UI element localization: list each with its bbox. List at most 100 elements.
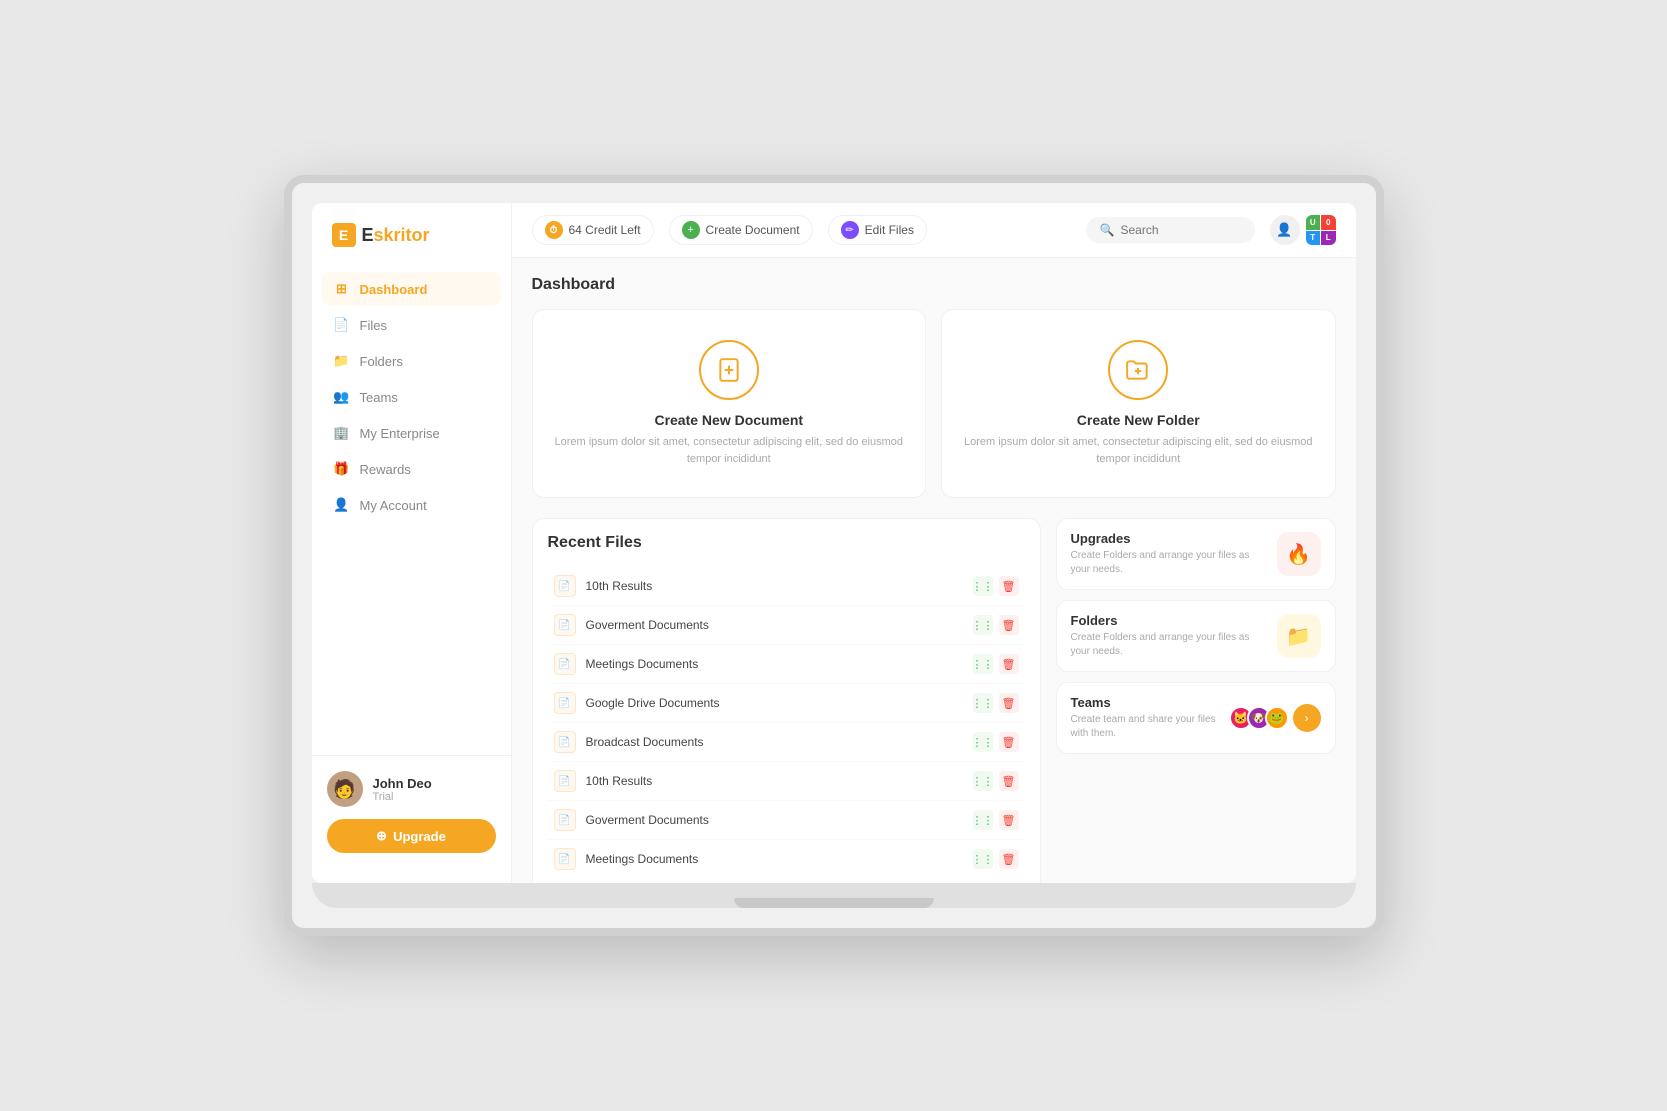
file-item-4: 📄 Broadcast Documents ⋮⋮ 🗑 (548, 723, 1025, 762)
file-actions-2: ⋮⋮ 🗑 (973, 654, 1019, 674)
sidebar-item-files[interactable]: 📄 Files (322, 308, 501, 342)
teams-arrow-icon[interactable]: › (1293, 704, 1321, 732)
folders-card[interactable]: Folders Create Folders and arrange your … (1056, 600, 1336, 672)
file-icon-7: 📄 (554, 848, 576, 870)
file-move-5[interactable]: ⋮⋮ (973, 771, 993, 791)
create-doc-label: Create Document (706, 223, 800, 237)
teams-card-title: Teams (1071, 695, 1219, 710)
topbar-icons: 👤 U0TL (1270, 215, 1336, 245)
file-actions-5: ⋮⋮ 🗑 (973, 771, 1019, 791)
dashboard-icon: ⊞ (334, 281, 350, 297)
search-input[interactable] (1121, 223, 1241, 237)
file-item-1: 📄 Goverment Documents ⋮⋮ 🗑 (548, 606, 1025, 645)
file-move-4[interactable]: ⋮⋮ (973, 732, 993, 752)
action-cards: Create New Document Lorem ipsum dolor si… (532, 309, 1336, 498)
logo-icon: E (332, 223, 356, 247)
main-content: ⏱ 64 Credit Left + Create Document ✏ Edi… (512, 203, 1356, 883)
logo: E Eskritor (312, 223, 511, 272)
credit-label: 64 Credit Left (569, 223, 641, 237)
upgrades-card-icon: 🔥 (1277, 532, 1321, 576)
create-folder-card-title: Create New Folder (1077, 412, 1200, 428)
file-icon-2: 📄 (554, 653, 576, 675)
file-delete-5[interactable]: 🗑 (999, 771, 1019, 791)
right-panel: Upgrades Create Folders and arrange your… (1056, 518, 1336, 883)
file-delete-0[interactable]: 🗑 (999, 576, 1019, 596)
file-icon-6: 📄 (554, 809, 576, 831)
file-actions-4: ⋮⋮ 🗑 (973, 732, 1019, 752)
sidebar: E Eskritor ⊞ Dashboard 📄 Files 📁 Folders (312, 203, 512, 883)
tls-cell-0: U (1306, 215, 1321, 230)
sidebar-label-files: Files (360, 318, 387, 333)
bottom-section: Recent Files 📄 10th Results ⋮⋮ 🗑 📄 Gover… (532, 518, 1336, 883)
file-item-3: 📄 Google Drive Documents ⋮⋮ 🗑 (548, 684, 1025, 723)
file-move-2[interactable]: ⋮⋮ (973, 654, 993, 674)
recent-files-panel: Recent Files 📄 10th Results ⋮⋮ 🗑 📄 Gover… (532, 518, 1041, 883)
enterprise-icon: 🏢 (334, 425, 350, 441)
sidebar-item-rewards[interactable]: 🎁 Rewards (322, 452, 501, 486)
page-title: Dashboard (532, 276, 1336, 294)
upgrades-card-title: Upgrades (1071, 531, 1267, 546)
recent-files-title: Recent Files (548, 534, 1025, 552)
file-delete-1[interactable]: 🗑 (999, 615, 1019, 635)
file-move-0[interactable]: ⋮⋮ (973, 576, 993, 596)
file-delete-7[interactable]: 🗑 (999, 849, 1019, 869)
credit-badge: ⏱ 64 Credit Left (532, 215, 654, 245)
sidebar-label-dashboard: Dashboard (360, 282, 428, 297)
file-actions-3: ⋮⋮ 🗑 (973, 693, 1019, 713)
teams-card-icon: 🐱 🐶 🐸 › (1229, 704, 1321, 732)
file-actions-1: ⋮⋮ 🗑 (973, 615, 1019, 635)
file-name-6: Goverment Documents (586, 813, 963, 827)
file-name-7: Meetings Documents (586, 852, 963, 866)
folders-card-desc: Create Folders and arrange your files as… (1071, 631, 1267, 659)
upgrade-label: Upgrade (393, 829, 446, 844)
create-doc-card-desc: Lorem ipsum dolor sit amet, consectetur … (553, 434, 906, 467)
file-move-1[interactable]: ⋮⋮ (973, 615, 993, 635)
teams-card[interactable]: Teams Create team and share your files w… (1056, 682, 1336, 754)
sidebar-item-folders[interactable]: 📁 Folders (322, 344, 501, 378)
file-delete-6[interactable]: 🗑 (999, 810, 1019, 830)
file-delete-3[interactable]: 🗑 (999, 693, 1019, 713)
file-move-7[interactable]: ⋮⋮ (973, 849, 993, 869)
folders-card-icon: 📁 (1277, 614, 1321, 658)
edit-files-button[interactable]: ✏ Edit Files (828, 215, 927, 245)
teams-card-text: Teams Create team and share your files w… (1071, 695, 1219, 741)
search-box[interactable]: 🔍 (1086, 217, 1255, 243)
user-info: 🧑 John Deo Trial (327, 771, 496, 807)
file-move-3[interactable]: ⋮⋮ (973, 693, 993, 713)
file-actions-7: ⋮⋮ 🗑 (973, 849, 1019, 869)
rewards-icon: 🎁 (334, 461, 350, 477)
user-plan: Trial (373, 791, 432, 803)
upgrade-icon: ⊕ (376, 828, 387, 844)
dashboard-body: Dashboard Create New Document (512, 258, 1356, 883)
account-icon: 👤 (334, 497, 350, 513)
recent-files-list: 📄 10th Results ⋮⋮ 🗑 📄 Goverment Document… (548, 567, 1025, 878)
create-document-card[interactable]: Create New Document Lorem ipsum dolor si… (532, 309, 927, 498)
avatar: 🧑 (327, 771, 363, 807)
edit-files-label: Edit Files (865, 223, 914, 237)
sidebar-item-account[interactable]: 👤 My Account (322, 488, 501, 522)
create-doc-card-icon (699, 340, 759, 400)
sidebar-item-dashboard[interactable]: ⊞ Dashboard (322, 272, 501, 306)
tls-icon[interactable]: U0TL (1306, 215, 1336, 245)
create-folder-card-desc: Lorem ipsum dolor sit amet, consectetur … (962, 434, 1315, 467)
file-delete-4[interactable]: 🗑 (999, 732, 1019, 752)
create-folder-card[interactable]: Create New Folder Lorem ipsum dolor sit … (941, 309, 1336, 498)
file-name-1: Goverment Documents (586, 618, 963, 632)
sidebar-item-enterprise[interactable]: 🏢 My Enterprise (322, 416, 501, 450)
file-item-7: 📄 Meetings Documents ⋮⋮ 🗑 (548, 840, 1025, 878)
upgrades-card-desc: Create Folders and arrange your files as… (1071, 549, 1267, 577)
sidebar-item-teams[interactable]: 👥 Teams (322, 380, 501, 414)
teams-card-desc: Create team and share your files with th… (1071, 713, 1219, 741)
file-move-6[interactable]: ⋮⋮ (973, 810, 993, 830)
tls-cell-3: L (1321, 231, 1336, 246)
create-folder-card-icon (1108, 340, 1168, 400)
upgrades-card[interactable]: Upgrades Create Folders and arrange your… (1056, 518, 1336, 590)
sidebar-label-account: My Account (360, 498, 427, 513)
upgrade-button[interactable]: ⊕ Upgrade (327, 819, 496, 853)
topbar: ⏱ 64 Credit Left + Create Document ✏ Edi… (512, 203, 1356, 258)
user-icon-button[interactable]: 👤 (1270, 215, 1300, 245)
create-document-button[interactable]: + Create Document (669, 215, 813, 245)
file-icon-3: 📄 (554, 692, 576, 714)
file-icon-5: 📄 (554, 770, 576, 792)
file-delete-2[interactable]: 🗑 (999, 654, 1019, 674)
